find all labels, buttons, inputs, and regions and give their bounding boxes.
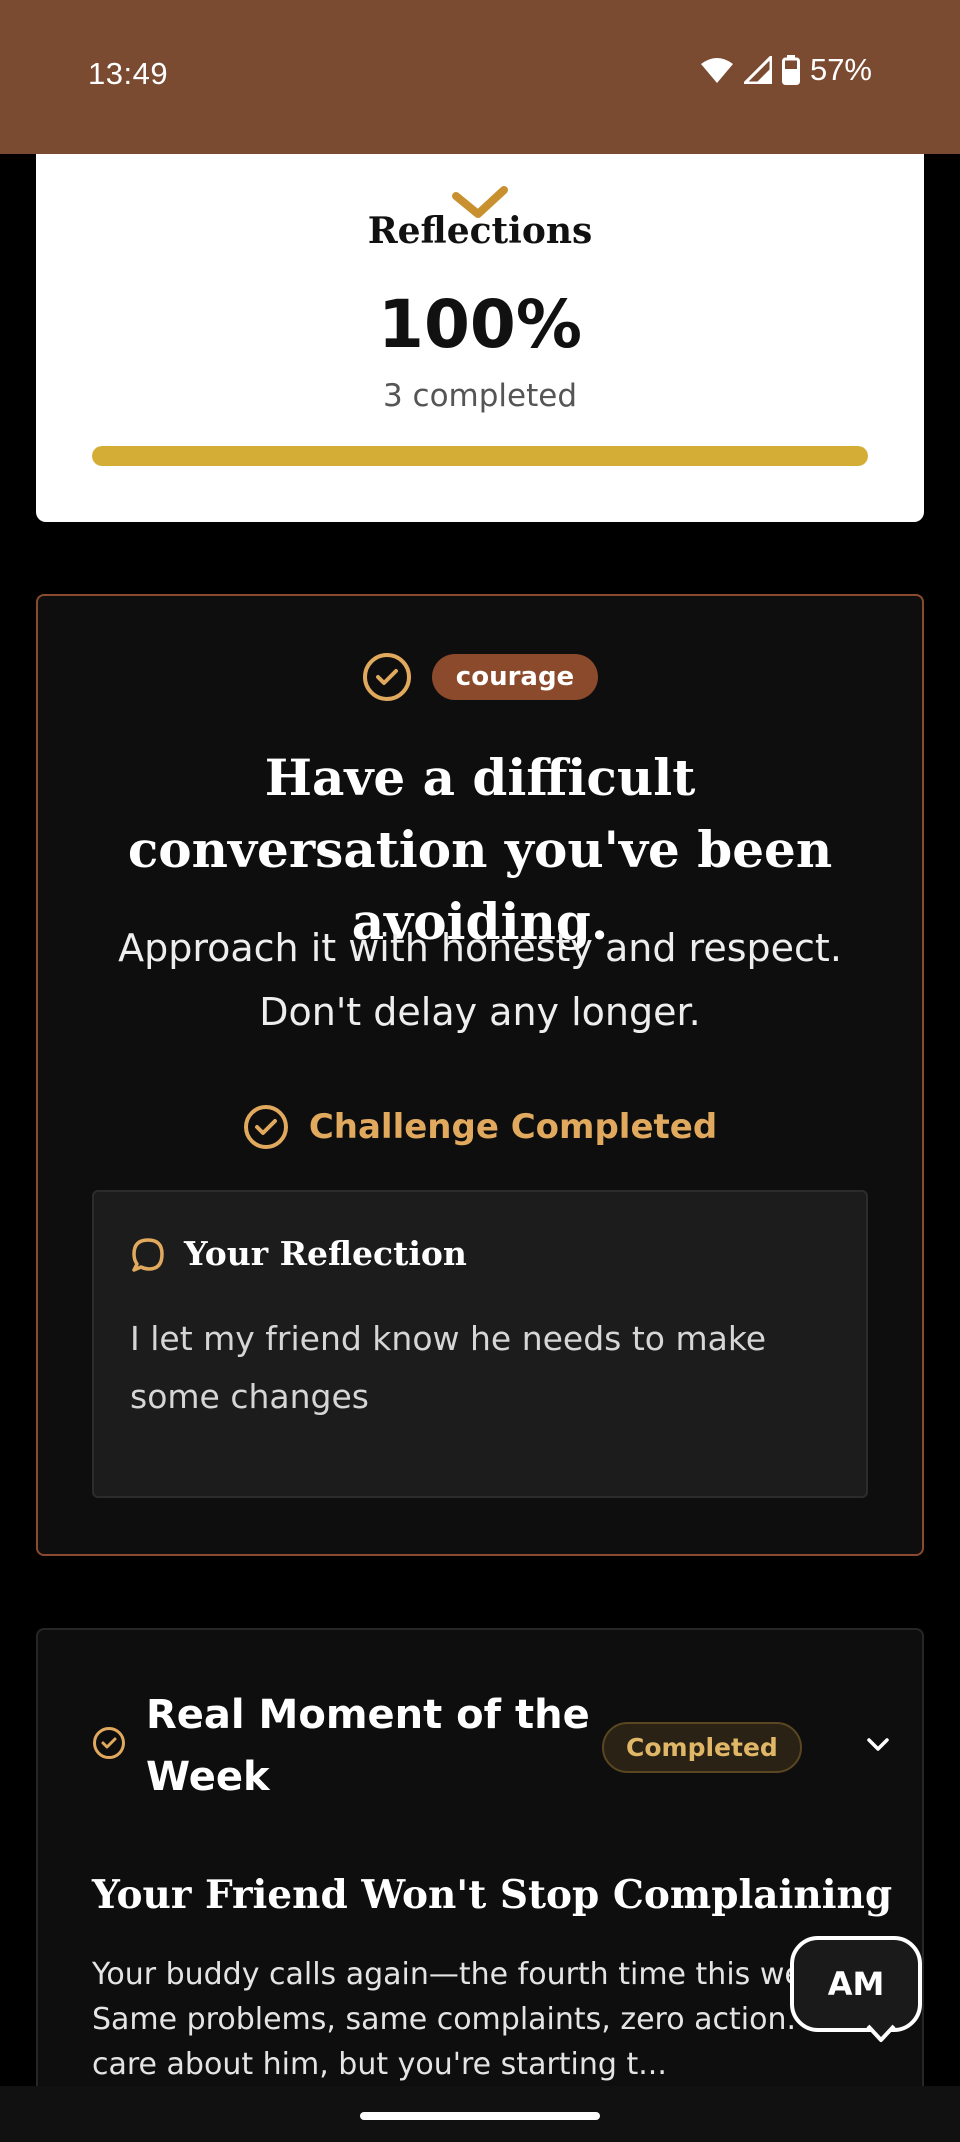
real-moment-card[interactable]: Real Moment of the Week Completed Your F… xyxy=(36,1628,924,2142)
assistant-button[interactable]: AM xyxy=(790,1936,922,2032)
progress-title: Reflections xyxy=(367,210,593,252)
progress-percent: 100% xyxy=(378,286,582,363)
reflection-header: Your Reflection xyxy=(130,1234,467,1273)
reflections-progress-card: Reflections 100% 3 completed xyxy=(36,100,924,522)
wifi-icon xyxy=(700,58,733,83)
story-text: Your buddy calls again—the fourth time t… xyxy=(92,1957,858,2082)
status-time: 13:49 xyxy=(88,56,169,91)
navigation-bar xyxy=(0,2086,960,2142)
reflection-heading: Your Reflection xyxy=(184,1234,467,1273)
check-circle-icon xyxy=(243,1105,288,1149)
reflection-box: Your Reflection I let my friend know he … xyxy=(92,1190,868,1498)
check-circle-icon xyxy=(93,1727,125,1759)
reflection-text: I let my friend know he needs to make so… xyxy=(130,1319,767,1416)
chat-bubble-icon xyxy=(132,1237,164,1272)
category-tag: courage xyxy=(431,654,599,700)
battery-percent: 57% xyxy=(809,52,872,87)
progress-bar-fill xyxy=(92,446,868,466)
challenge-card: courage Have a difficult conversation yo… xyxy=(36,594,924,1556)
challenge-description: Approach it with honesty and respect. Do… xyxy=(118,926,842,1034)
status-icons: 57% xyxy=(700,52,872,88)
battery-icon xyxy=(781,55,800,85)
story-title: Your Friend Won't Stop Complaining xyxy=(92,1872,893,1918)
cell-signal-icon xyxy=(743,56,772,84)
real-moment-header[interactable]: Real Moment of the Week Completed xyxy=(92,1684,892,1804)
check-circle-icon xyxy=(362,653,411,701)
challenge-status-text: Challenge Completed xyxy=(308,1107,718,1147)
progress-bar xyxy=(92,446,868,466)
real-moment-title: Real Moment of the Week xyxy=(146,1692,590,1800)
speech-tail-icon xyxy=(866,2024,896,2042)
chevron-down-icon[interactable] xyxy=(864,1730,892,1758)
progress-subtitle: 3 completed xyxy=(382,378,578,414)
challenge-tag-row: courage xyxy=(38,652,922,702)
challenge-status: Challenge Completed xyxy=(38,1104,922,1150)
completed-badge: Completed xyxy=(602,1722,802,1773)
home-gesture-handle[interactable] xyxy=(360,2112,600,2120)
status-bar: 13:49 57% xyxy=(0,0,960,154)
